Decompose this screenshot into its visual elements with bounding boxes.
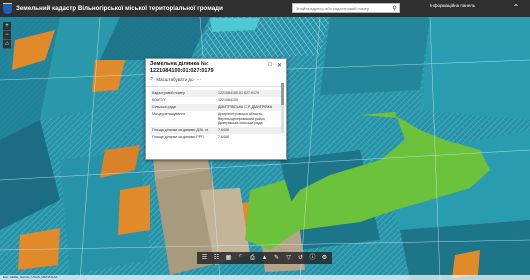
table-row: КОАТУУ 1221084100 (152, 98, 238, 103)
zoom-in-button[interactable]: + (3, 22, 11, 31)
popup-scrollbar[interactable] (281, 83, 284, 133)
ellipsis-icon[interactable]: ⋯ (196, 77, 201, 83)
parcel-popup: Земельна ділянка №: 1221084100:01:027:01… (145, 58, 287, 160)
dock-icon[interactable]: □ (268, 62, 272, 69)
coat-of-arms-logo (3, 3, 12, 14)
map-attribution: Esri, HERE, Garmin, USGS, METI/NASA (0, 275, 530, 280)
table-row: Кадастровий номер 1221084100:01:027:0179 (150, 90, 282, 97)
zoom-to-icon: ⌕ (150, 76, 154, 82)
home-button[interactable]: ⌂ (3, 40, 11, 49)
app-title: Земельний кадастр Вільногірської міської… (16, 5, 223, 12)
popup-controls: □ ✕ (268, 62, 282, 69)
table-row: Площа ділянки за даними ДЗК, га 7,6408 (150, 127, 282, 135)
scrollbar-thumb[interactable] (281, 83, 284, 105)
share-icon[interactable]: ↺ (295, 252, 306, 264)
chevron-up-icon[interactable]: ⌃ (508, 2, 524, 14)
basemap-icon[interactable]: ▦ (223, 252, 234, 264)
measure-icon[interactable]: ⌜ (235, 252, 246, 264)
close-icon[interactable]: ✕ (277, 62, 282, 69)
print-icon[interactable]: ⎙ (247, 252, 258, 264)
legend-icon[interactable]: ☷ (211, 252, 222, 264)
settings-icon[interactable]: ⚙ (319, 252, 330, 264)
top-bar: Земельний кадастр Вільногірської міської… (0, 0, 530, 17)
search-icon[interactable]: ⚲ (390, 3, 399, 13)
left-toolbar: + − ⌂ (3, 22, 11, 49)
attribute-table: Кадастровий номер 1221084100:01:027:0179 … (150, 90, 282, 141)
popup-title: Земельна ділянка №: 1221084100:01:027:01… (150, 61, 214, 74)
layers-icon[interactable]: ☰ (199, 252, 210, 264)
search-box[interactable]: ⚲ (292, 3, 400, 13)
table-row: Місцерозташування Дніпропетровська област… (152, 112, 266, 126)
bottom-toolbar: ☰ ☷ ▦ ⌜ ⎙ ▲ ✎ ▽ ↺ ⓘ ⚙ (197, 252, 332, 264)
info-icon[interactable]: ⓘ (307, 252, 318, 264)
zoom-out-button[interactable]: − (3, 31, 11, 40)
table-row: Площа ділянки за даними РРП 7,6408 (152, 135, 229, 140)
info-panel-link[interactable]: Інформаційна панель (430, 3, 475, 8)
zoom-to-row[interactable]: ⌕ Масштабувати до ⋯ (146, 75, 286, 87)
popup-header: Земельна ділянка №: 1221084100:01:027:01… (146, 59, 286, 75)
select-icon[interactable]: ▲ (259, 252, 270, 264)
zoom-to-label: Масштабувати до (156, 77, 194, 82)
draw-icon[interactable]: ✎ (271, 252, 282, 264)
filter-icon[interactable]: ▽ (283, 252, 294, 264)
search-input[interactable] (293, 5, 391, 11)
table-row: Сільська рада ДМИТРІВСЬКА С.Р. ДМИТРІВКА (150, 103, 282, 111)
